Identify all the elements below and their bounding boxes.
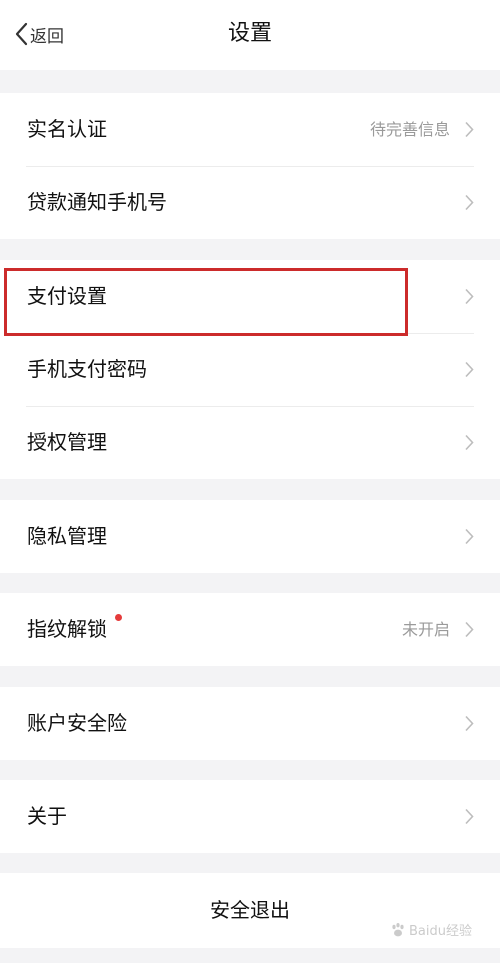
settings-row-privacy-management[interactable]: 隐私管理 <box>0 500 500 573</box>
chevron-right-icon <box>465 528 474 545</box>
settings-row-about[interactable]: 关于 <box>0 780 500 853</box>
settings-group-privacy: 隐私管理 <box>0 500 500 573</box>
chevron-right-icon <box>465 808 474 825</box>
row-label: 手机支付密码 <box>27 357 147 381</box>
settings-group-identity: 实名认证 待完善信息 贷款通知手机号 <box>0 93 500 239</box>
chevron-right-icon <box>465 288 474 305</box>
settings-group-fingerprint: 指纹解锁 未开启 <box>0 593 500 666</box>
settings-row-loan-notice-phone[interactable]: 贷款通知手机号 <box>0 166 500 239</box>
notification-dot <box>115 614 122 621</box>
settings-row-real-name-verification[interactable]: 实名认证 待完善信息 <box>0 93 500 166</box>
chevron-right-icon <box>465 715 474 732</box>
row-label: 关于 <box>27 804 67 828</box>
navigation-bar: 返回 设置 <box>0 0 500 70</box>
row-label: 授权管理 <box>27 430 107 454</box>
settings-group-insurance: 账户安全险 <box>0 687 500 760</box>
settings-group-about: 关于 <box>0 780 500 853</box>
chevron-right-icon <box>465 434 474 451</box>
row-label: 指纹解锁 <box>27 617 107 641</box>
row-label: 账户安全险 <box>27 711 127 735</box>
row-label: 隐私管理 <box>27 524 107 548</box>
row-label: 贷款通知手机号 <box>27 190 167 214</box>
chevron-right-icon <box>465 121 474 138</box>
row-label: 支付设置 <box>27 284 107 308</box>
row-label: 实名认证 <box>27 117 107 141</box>
settings-row-mobile-payment-password[interactable]: 手机支付密码 <box>0 333 500 406</box>
row-status-value: 未开启 <box>401 620 450 639</box>
settings-row-fingerprint-unlock[interactable]: 指纹解锁 未开启 <box>0 593 500 666</box>
row-status-value: 待完善信息 <box>369 120 450 139</box>
settings-row-account-security-insurance[interactable]: 账户安全险 <box>0 687 500 760</box>
paw-logo-icon <box>392 922 404 936</box>
chevron-right-icon <box>465 621 474 638</box>
chevron-right-icon <box>465 361 474 378</box>
watermark-text: Baidu经验 <box>409 924 472 939</box>
settings-group-payment: 支付设置 手机支付密码 授权管理 <box>0 260 500 479</box>
page-title: 设置 <box>227 21 272 46</box>
settings-row-payment-settings[interactable]: 支付设置 <box>0 260 500 333</box>
chevron-right-icon <box>465 194 474 211</box>
watermark: Baidu经验 <box>390 920 472 939</box>
settings-row-authorization-management[interactable]: 授权管理 <box>0 406 500 479</box>
